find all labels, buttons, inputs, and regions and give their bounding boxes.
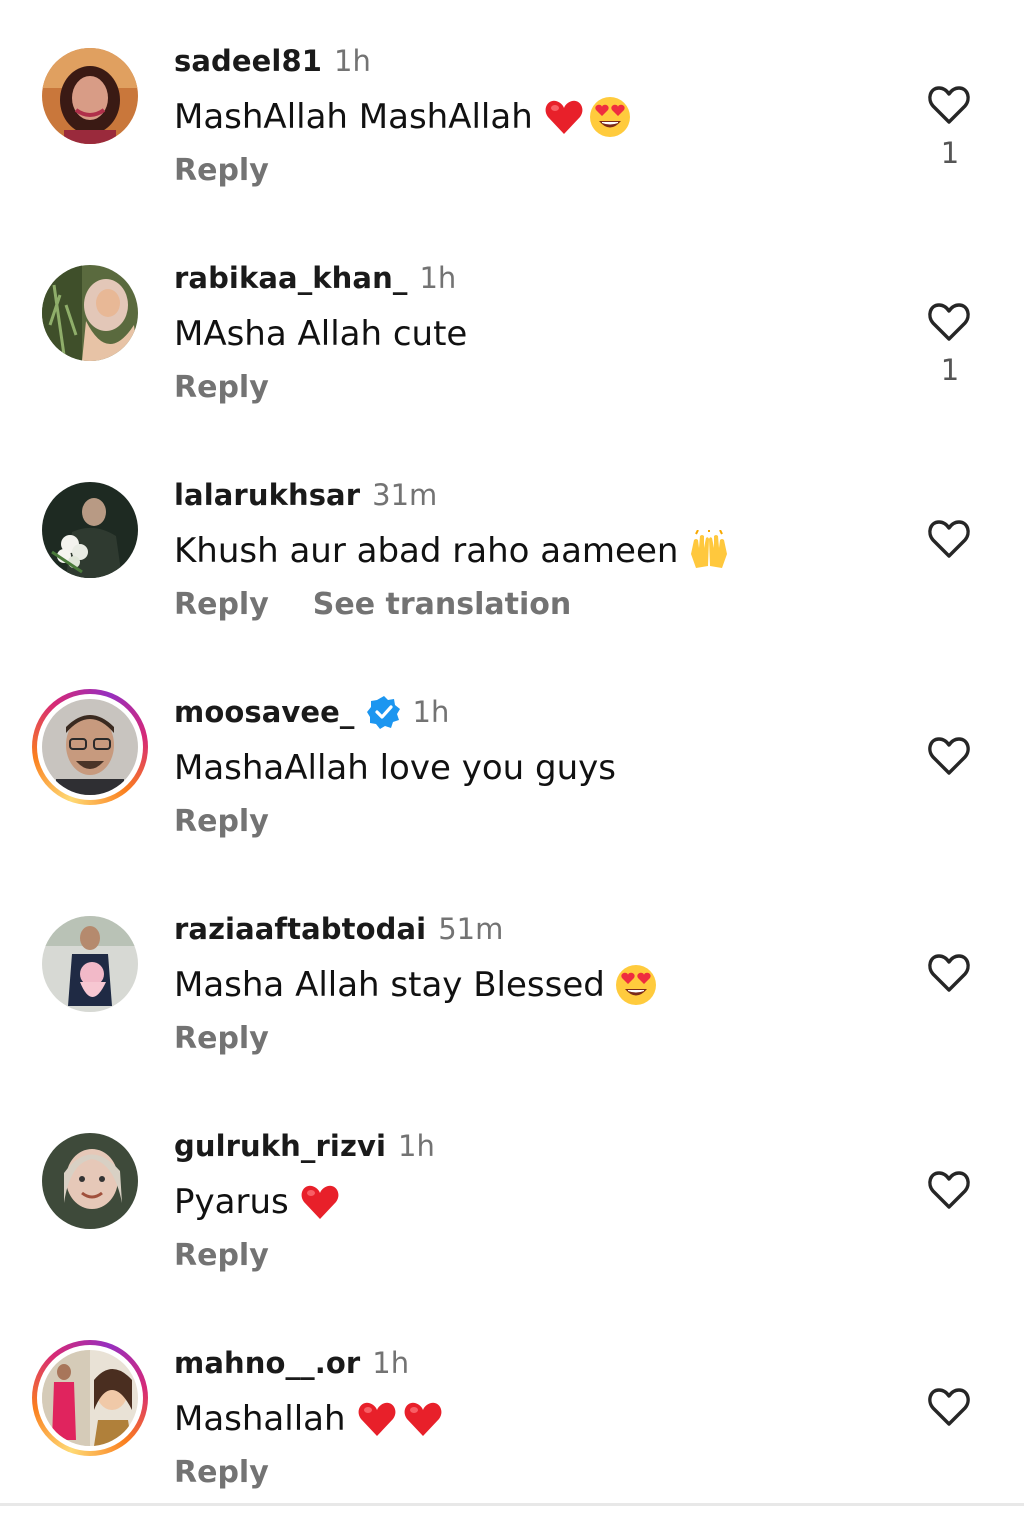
comment-actions: Reply — [174, 367, 269, 407]
heart-eyes-emoji-icon — [589, 97, 630, 137]
red-heart-emoji-icon — [358, 1402, 395, 1436]
comment-time: 1h — [334, 44, 371, 78]
comment-actions: Reply See translation — [174, 584, 571, 624]
comment-actions: Reply — [174, 1018, 269, 1058]
username-link[interactable]: gulrukh_rizvi — [174, 1129, 386, 1163]
comment-item: gulrukh_rizvi 1h Pyarus Reply — [0, 1085, 1024, 1302]
heart-outline-icon[interactable] — [926, 1384, 972, 1430]
comment-time: 1h — [398, 1129, 435, 1163]
red-heart-emoji-icon — [545, 100, 583, 134]
reply-button[interactable]: Reply — [174, 153, 269, 188]
heart-outline-icon[interactable] — [926, 299, 972, 345]
comment-text: Mashallah — [174, 1394, 444, 1444]
comment-text: Masha Allah stay Blessed — [174, 960, 657, 1010]
comment-actions: Reply — [174, 801, 269, 841]
comment-meta: sadeel81 1h — [174, 40, 371, 82]
heart-outline-icon[interactable] — [926, 516, 972, 562]
comment-item: raziaaftabtodai 51m Masha Allah stay Ble… — [0, 868, 1024, 1085]
reply-button[interactable]: Reply — [174, 804, 269, 839]
reply-button[interactable]: Reply — [174, 1021, 269, 1056]
heart-outline-icon[interactable] — [926, 950, 972, 996]
comment-meta: moosavee_ 1h — [174, 691, 449, 733]
comment-actions: Reply — [174, 1452, 269, 1492]
reply-button[interactable]: Reply — [174, 1238, 269, 1273]
heart-outline-icon[interactable] — [926, 733, 972, 779]
comment-actions: Reply — [174, 150, 269, 190]
comment-text-content: Pyarus — [174, 1182, 289, 1222]
heart-outline-icon[interactable] — [926, 82, 972, 128]
avatar[interactable] — [42, 48, 138, 144]
comment-text: MashAllah MashAllah — [174, 92, 631, 142]
avatar[interactable] — [32, 1340, 148, 1456]
comment-item: mahno__.or 1h Mashallah Reply — [0, 1302, 1024, 1519]
like-count: 1 — [940, 136, 960, 170]
reply-button[interactable]: Reply — [174, 370, 269, 405]
raising-hands-emoji-icon — [691, 530, 728, 568]
avatar[interactable] — [42, 916, 138, 1012]
verified-badge-icon — [366, 696, 400, 729]
username-link[interactable]: moosavee_ — [174, 695, 355, 729]
comment-time: 31m — [372, 478, 438, 512]
heart-eyes-emoji-icon — [615, 965, 656, 1005]
username-link[interactable]: rabikaa_khan_ — [174, 261, 407, 295]
comment-text-content: MashAllah MashAllah — [174, 97, 533, 137]
comment-text: MashaAllah love you guys — [174, 743, 616, 793]
avatar[interactable] — [42, 1133, 138, 1229]
comment-text: MAsha Allah cute — [174, 309, 467, 359]
like-count: 1 — [940, 353, 960, 387]
comment-item: rabikaa_khan_ 1h MAsha Allah cute Reply … — [0, 217, 1024, 434]
comment-time: 51m — [438, 912, 504, 946]
comment-meta: raziaaftabtodai 51m — [174, 908, 503, 950]
comment-text-content: Mashallah — [174, 1399, 346, 1439]
username-link[interactable]: mahno__.or — [174, 1346, 360, 1380]
comment-actions: Reply — [174, 1235, 269, 1275]
red-heart-emoji-icon — [301, 1185, 339, 1219]
comment-meta: lalarukhsar 31m — [174, 474, 437, 516]
comment-time: 1h — [412, 695, 450, 729]
red-heart-emoji-icon — [404, 1402, 441, 1436]
comment-text: Pyarus — [174, 1177, 341, 1227]
comment-text: Khush aur abad raho aameen — [174, 526, 730, 576]
comment-text-content: MAsha Allah cute — [174, 314, 468, 354]
comment-text-content: Khush aur abad raho aameen — [174, 531, 679, 571]
comment-item: lalarukhsar 31m Khush aur abad raho aame… — [0, 434, 1024, 651]
comment-meta: rabikaa_khan_ 1h — [174, 257, 456, 299]
comment-time: 1h — [372, 1346, 410, 1380]
comment-text-content: Masha Allah stay Blessed — [174, 965, 605, 1005]
avatar[interactable] — [42, 482, 138, 578]
comment-time: 1h — [419, 261, 457, 295]
heart-outline-icon[interactable] — [926, 1167, 972, 1213]
comment-text-content: MashaAllah love you guys — [174, 748, 616, 788]
comment-meta: gulrukh_rizvi 1h — [174, 1125, 435, 1167]
reply-button[interactable]: Reply — [174, 1455, 269, 1490]
comment-item: moosavee_ 1h MashaAllah love you guys Re… — [0, 651, 1024, 868]
comment-meta: mahno__.or 1h — [174, 1342, 409, 1384]
see-translation-button[interactable]: See translation — [313, 587, 571, 622]
comment-item: sadeel81 1h MashAllah MashAllah Reply 1 — [0, 0, 1024, 217]
username-link[interactable]: raziaaftabtodai — [174, 912, 426, 946]
avatar[interactable] — [32, 689, 148, 805]
username-link[interactable]: sadeel81 — [174, 44, 322, 78]
reply-button[interactable]: Reply — [174, 587, 269, 622]
username-link[interactable]: lalarukhsar — [174, 478, 360, 512]
avatar[interactable] — [42, 265, 138, 361]
